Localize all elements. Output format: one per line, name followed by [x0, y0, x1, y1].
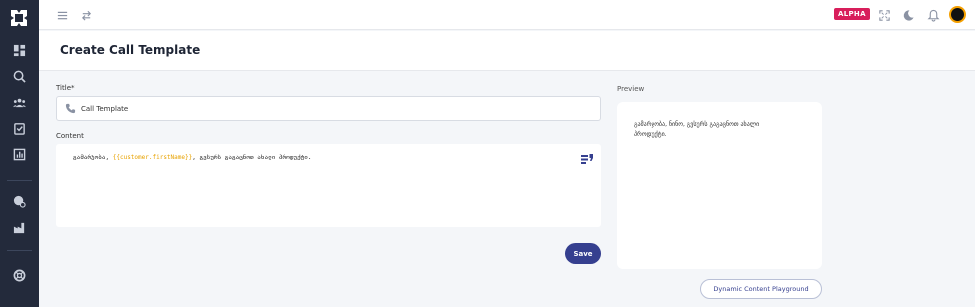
preview-panel: გამარჯობა, ნინო, გვსურს გაგაცნოთ ახალი პ…: [617, 102, 822, 269]
content-variable: {{customer.firstName}}: [112, 154, 193, 161]
content-editor[interactable]: გამარჯობა, {{customer.firstName}}, გვსურ…: [56, 144, 601, 227]
menu-icon[interactable]: [54, 7, 70, 23]
top-bar: ALPHA: [39, 0, 975, 30]
tasks-icon[interactable]: [11, 120, 27, 136]
users-icon[interactable]: [11, 94, 27, 110]
content-prefix: გამარჯობა,: [73, 154, 113, 161]
dynamic-content-playground-button[interactable]: Dynamic Content Playground: [700, 279, 822, 299]
sidebar-divider: [7, 250, 32, 251]
insert-variable-icon[interactable]: [581, 154, 593, 164]
factory-icon[interactable]: [11, 219, 27, 235]
swap-icon[interactable]: [78, 7, 94, 23]
title-field[interactable]: [56, 96, 601, 121]
alpha-badge: ALPHA: [834, 8, 870, 20]
page-title: Create Call Template: [60, 43, 201, 57]
page-header: Create Call Template: [39, 31, 975, 71]
preview-label: Preview: [617, 85, 645, 93]
bell-icon[interactable]: [925, 7, 941, 23]
sidebar-divider: [7, 180, 32, 181]
search-analytics-icon[interactable]: [11, 68, 27, 84]
save-button[interactable]: Save: [565, 243, 601, 264]
fullscreen-icon[interactable]: [876, 7, 892, 23]
support-icon[interactable]: [11, 267, 27, 283]
reports-icon[interactable]: [11, 146, 27, 162]
avatar[interactable]: [949, 6, 966, 23]
title-input[interactable]: [81, 102, 481, 116]
location-icon[interactable]: [11, 193, 27, 209]
title-label: Title*: [56, 84, 75, 92]
dark-mode-icon[interactable]: [900, 7, 916, 23]
sidebar: [0, 0, 39, 307]
logo-icon[interactable]: [10, 9, 28, 27]
content-suffix: , გვსურს გაგაცნოთ ახალი პროდუქტი.: [192, 154, 312, 161]
dashboard-icon[interactable]: [11, 42, 27, 58]
phone-icon: [65, 103, 76, 114]
content-label: Content: [56, 132, 84, 140]
content-text[interactable]: გამარჯობა, {{customer.firstName}}, გვსურ…: [73, 154, 311, 161]
preview-text: გამარჯობა, ნინო, გვსურს გაგაცნოთ ახალი პ…: [634, 121, 760, 138]
